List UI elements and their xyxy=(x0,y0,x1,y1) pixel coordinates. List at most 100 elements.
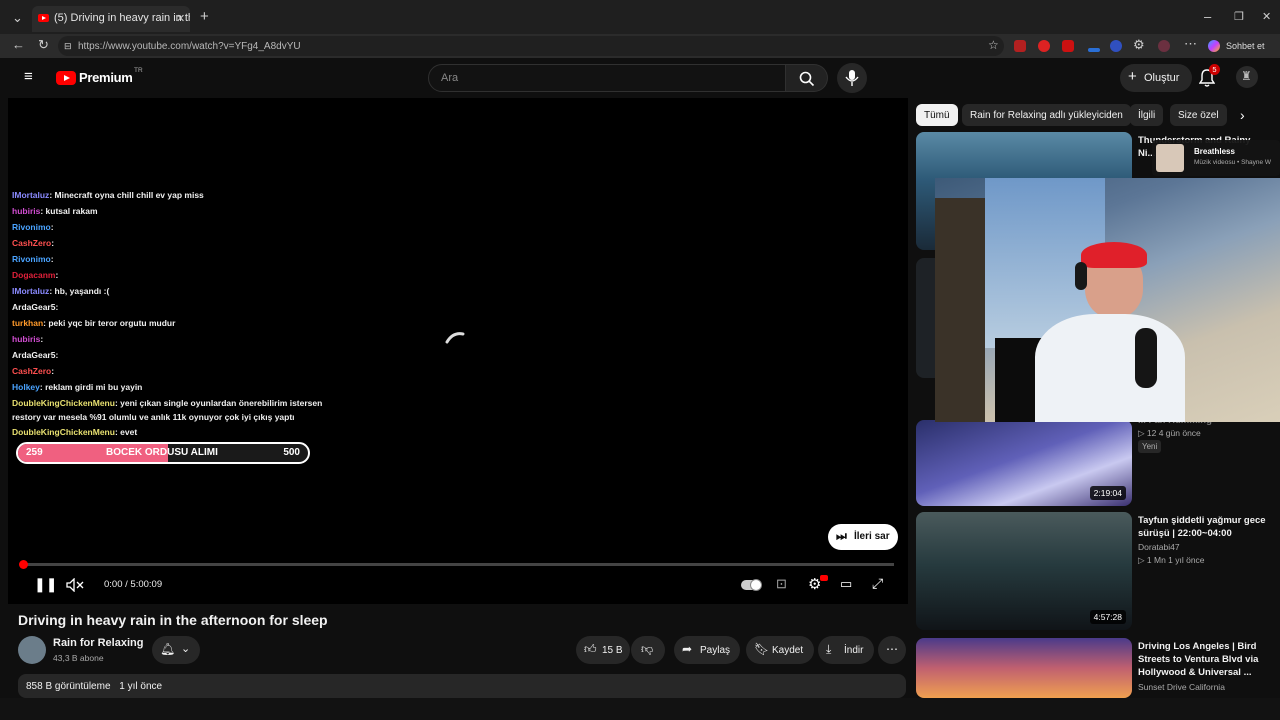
chat-username[interactable]: DoubleKingChickenMenu xyxy=(12,427,115,437)
copilot-label[interactable]: Sohbet et xyxy=(1226,41,1265,51)
create-button[interactable]: + Oluştur xyxy=(1120,64,1192,92)
theater-mode-icon[interactable]: ▭ xyxy=(840,576,852,592)
url-text: https://www.youtube.com/watch?v=YFg4_A8d… xyxy=(78,41,301,52)
subtitles-icon[interactable]: ⊡ xyxy=(776,576,787,592)
extension-globe-icon[interactable] xyxy=(1110,40,1122,52)
chat-username[interactable]: Dogacanm xyxy=(12,270,55,280)
extension-ublock-icon[interactable] xyxy=(1062,40,1074,52)
notifications-button[interactable]: 5 xyxy=(1196,64,1220,88)
chat-username[interactable]: ArdaGear5 xyxy=(12,350,55,360)
webcam-bookshelf xyxy=(935,198,985,422)
copilot-icon[interactable] xyxy=(1208,40,1220,52)
chat-text: : peki yqc bir teror orgutu mudur xyxy=(43,318,176,328)
search-input[interactable]: Ara xyxy=(428,64,786,92)
extension-blue-icon[interactable] xyxy=(1088,48,1100,52)
muted-speaker-icon[interactable] xyxy=(66,578,84,592)
dislike-button[interactable]: 👎︎ xyxy=(631,636,665,664)
recommendation-thumbnail-2[interactable]: 2:19:04 xyxy=(916,420,1132,506)
extensions-puzzle-icon[interactable]: ⚙ xyxy=(1133,38,1145,52)
download-button[interactable]: ⤓ İndir xyxy=(818,636,874,664)
progress-scrubber[interactable] xyxy=(19,560,28,569)
duration-badge-3: 4:57:28 xyxy=(1089,610,1126,624)
browser-tab-active[interactable]: (5) Driving in heavy rain in the afte xyxy=(32,6,190,32)
share-label: Paylaş xyxy=(700,645,731,656)
chat-message: IMortaluz: Minecraft oyna chill chill ev… xyxy=(12,190,204,200)
recommendation-title-4[interactable]: Driving Los Angeles | Bird Streets to Ve… xyxy=(1138,640,1268,679)
save-button[interactable]: 🔖︎ Kaydet xyxy=(746,636,814,664)
chips-next-icon[interactable]: › xyxy=(1240,107,1245,123)
recommendation-thumbnail-4[interactable] xyxy=(916,638,1132,698)
chat-text: : xyxy=(40,334,44,344)
chat-username[interactable]: Holkey xyxy=(12,382,40,392)
search-button[interactable] xyxy=(786,64,828,92)
chat-username[interactable]: hubiris xyxy=(12,334,40,344)
chat-username[interactable]: Rivonimo xyxy=(12,222,51,232)
close-window-icon[interactable]: ✕ xyxy=(1262,10,1271,24)
recommendation-channel-3[interactable]: Doratabi47 xyxy=(1138,542,1180,552)
chat-username[interactable]: DoubleKingChickenMenu xyxy=(12,398,115,408)
microphone-icon xyxy=(845,70,859,86)
more-actions-button[interactable]: ⋯ xyxy=(878,636,906,664)
favorite-star-icon[interactable]: ☆ xyxy=(988,38,999,52)
recommendation-title-3[interactable]: Tayfun şiddetli yağmur gece sürüşü | 22:… xyxy=(1138,514,1268,540)
site-info-icon[interactable]: ⊟ xyxy=(64,39,72,53)
like-button[interactable]: 👍︎ 15 B xyxy=(576,636,630,664)
hd-badge xyxy=(820,575,828,581)
recommendation-thumbnail-3[interactable]: 4:57:28 xyxy=(916,512,1132,630)
description-box[interactable]: 858 B görüntüleme 1 yıl önce xyxy=(18,674,906,698)
browser-menu-icon[interactable]: ⋯ xyxy=(1184,37,1197,51)
maximize-icon[interactable]: ❐ xyxy=(1234,10,1244,24)
chat-text: restory var mesela %91 olumlu ve anlık 1… xyxy=(12,412,295,422)
goal-progress-bar: 259 BOCEK ORDUSU ALIMI 500 xyxy=(16,442,310,464)
chat-message: Rivonimo: xyxy=(12,254,54,264)
reload-icon[interactable]: ↻ xyxy=(38,38,49,52)
chat-username[interactable]: CashZero xyxy=(12,366,51,376)
fullscreen-icon[interactable]: ⤢ xyxy=(872,575,883,592)
chat-text: : Minecraft oyna chill chill ev yap miss xyxy=(49,190,204,200)
account-avatar[interactable]: ♜ xyxy=(1236,66,1258,88)
chat-username[interactable]: ArdaGear5 xyxy=(12,302,55,312)
chat-username[interactable]: IMortaluz xyxy=(12,190,49,200)
extension-red-icon[interactable] xyxy=(1014,40,1026,52)
close-tab-icon[interactable]: ✕ xyxy=(176,12,185,26)
skip-forward-button[interactable]: ⏭ İleri sar xyxy=(828,524,898,550)
chip-from-uploader[interactable]: Rain for Relaxing adlı yükleyiciden xyxy=(962,104,1131,126)
subscribed-bell-button[interactable]: 🔔︎ ⌄ xyxy=(152,636,200,664)
goal-label: BOCEK ORDUSU ALIMI xyxy=(106,447,218,458)
video-player[interactable]: IMortaluz: Minecraft oyna chill chill ev… xyxy=(8,98,908,604)
thumb-down-icon: 👎︎ xyxy=(641,642,654,656)
voice-search-button[interactable] xyxy=(837,63,867,93)
autoplay-toggle[interactable] xyxy=(741,580,761,590)
chat-text: : evet xyxy=(114,427,138,437)
video-progress-bar[interactable] xyxy=(19,560,894,569)
chat-text: : xyxy=(51,238,55,248)
pause-icon[interactable]: ❚❚ xyxy=(34,576,57,593)
back-icon[interactable]: ← xyxy=(12,38,25,52)
chat-username[interactable]: turkhan xyxy=(12,318,43,328)
subscriber-count: 43,3 B abone xyxy=(53,653,104,663)
recommendation-meta-3: ▷ 1 Mn 1 yıl önce xyxy=(1138,555,1205,565)
chip-for-you[interactable]: Size özel xyxy=(1170,104,1227,126)
chat-text: : hb, yaşandı :( xyxy=(49,286,110,296)
channel-avatar[interactable] xyxy=(18,636,46,664)
share-button[interactable]: ➦ Paylaş xyxy=(674,636,740,664)
chat-username[interactable]: IMortaluz xyxy=(12,286,49,296)
hamburger-menu-icon[interactable]: ≡ xyxy=(24,69,33,84)
profile-avatar-icon[interactable] xyxy=(1158,40,1170,52)
webcam-headphones xyxy=(1075,262,1087,290)
chip-all[interactable]: Tümü xyxy=(916,104,958,126)
channel-name[interactable]: Rain for Relaxing xyxy=(53,637,143,649)
url-field[interactable]: ⊟ https://www.youtube.com/watch?v=YFg4_A… xyxy=(58,36,1004,56)
chat-username[interactable]: hubiris xyxy=(12,206,40,216)
chat-message: CashZero: xyxy=(12,238,54,248)
new-tab-icon[interactable]: + xyxy=(200,9,209,24)
chip-related[interactable]: İlgili xyxy=(1130,104,1164,126)
extension-shield-icon[interactable] xyxy=(1038,40,1050,52)
chat-username[interactable]: CashZero xyxy=(12,238,51,248)
chat-username[interactable]: Rivonimo xyxy=(12,254,51,264)
music-mini-card[interactable]: Breathless Müzik videosu • Shayne W xyxy=(1152,140,1280,176)
minimize-icon[interactable]: – xyxy=(1204,10,1211,24)
recommendation-channel-4[interactable]: Sunset Drive California xyxy=(1138,682,1225,692)
tab-list-icon[interactable]: ⌄ xyxy=(12,11,23,25)
duration-badge-2: 2:19:04 xyxy=(1089,486,1126,500)
